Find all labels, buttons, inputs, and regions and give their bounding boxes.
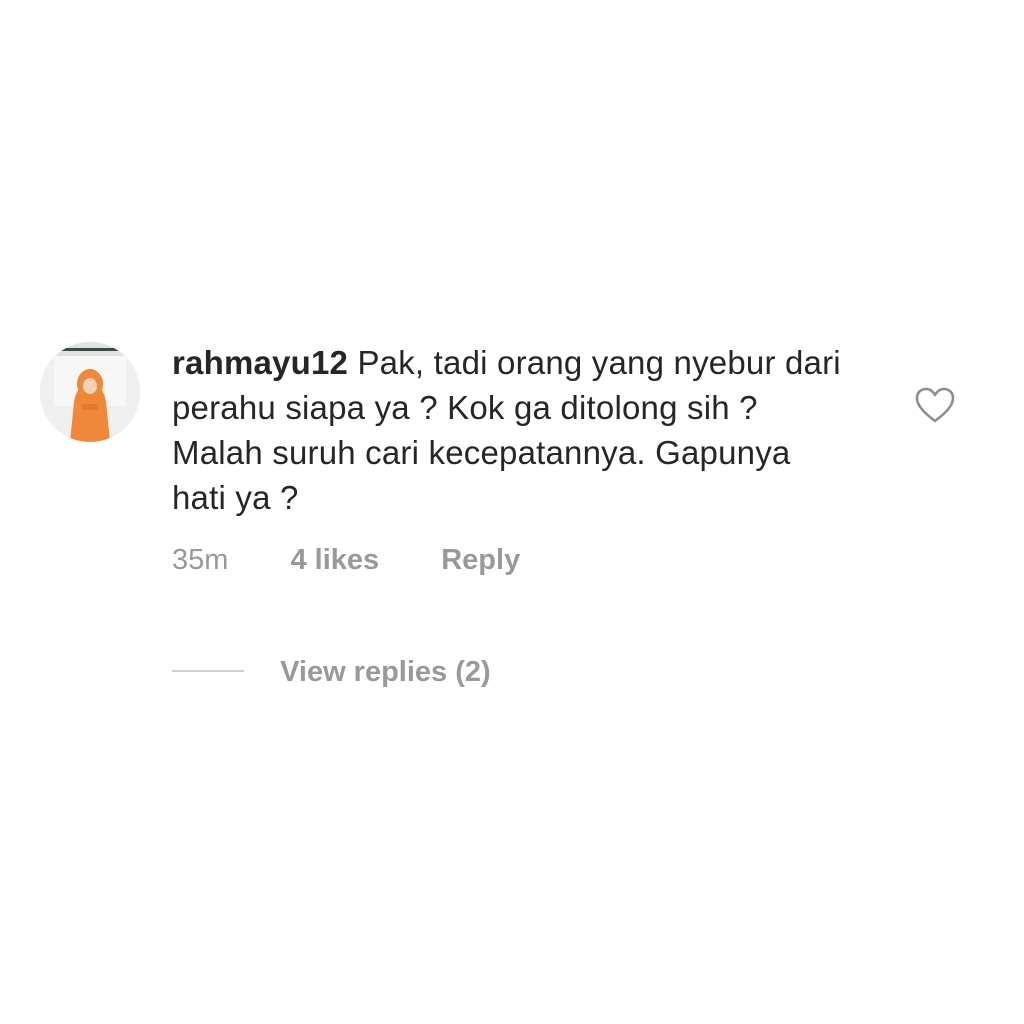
comment-meta: 35m 4 likes Reply [172,544,520,577]
comment-time: 35m [172,544,229,576]
comment-text-block: rahmayu12 Pak, tadi orang yang nyebur da… [172,340,852,520]
likes-count[interactable]: 4 likes [290,544,379,577]
heart-outline-icon [915,387,955,423]
like-button[interactable] [914,386,956,424]
avatar[interactable] [40,342,140,442]
view-replies-row: View replies (2) [172,656,491,689]
replies-divider [172,670,244,673]
comment-screen: rahmayu12 Pak, tadi orang yang nyebur da… [0,0,1024,1024]
avatar-photo [40,342,140,442]
reply-button[interactable]: Reply [441,544,520,577]
view-replies-button[interactable]: View replies (2) [280,656,491,688]
comment-username[interactable]: rahmayu12 [172,344,348,381]
